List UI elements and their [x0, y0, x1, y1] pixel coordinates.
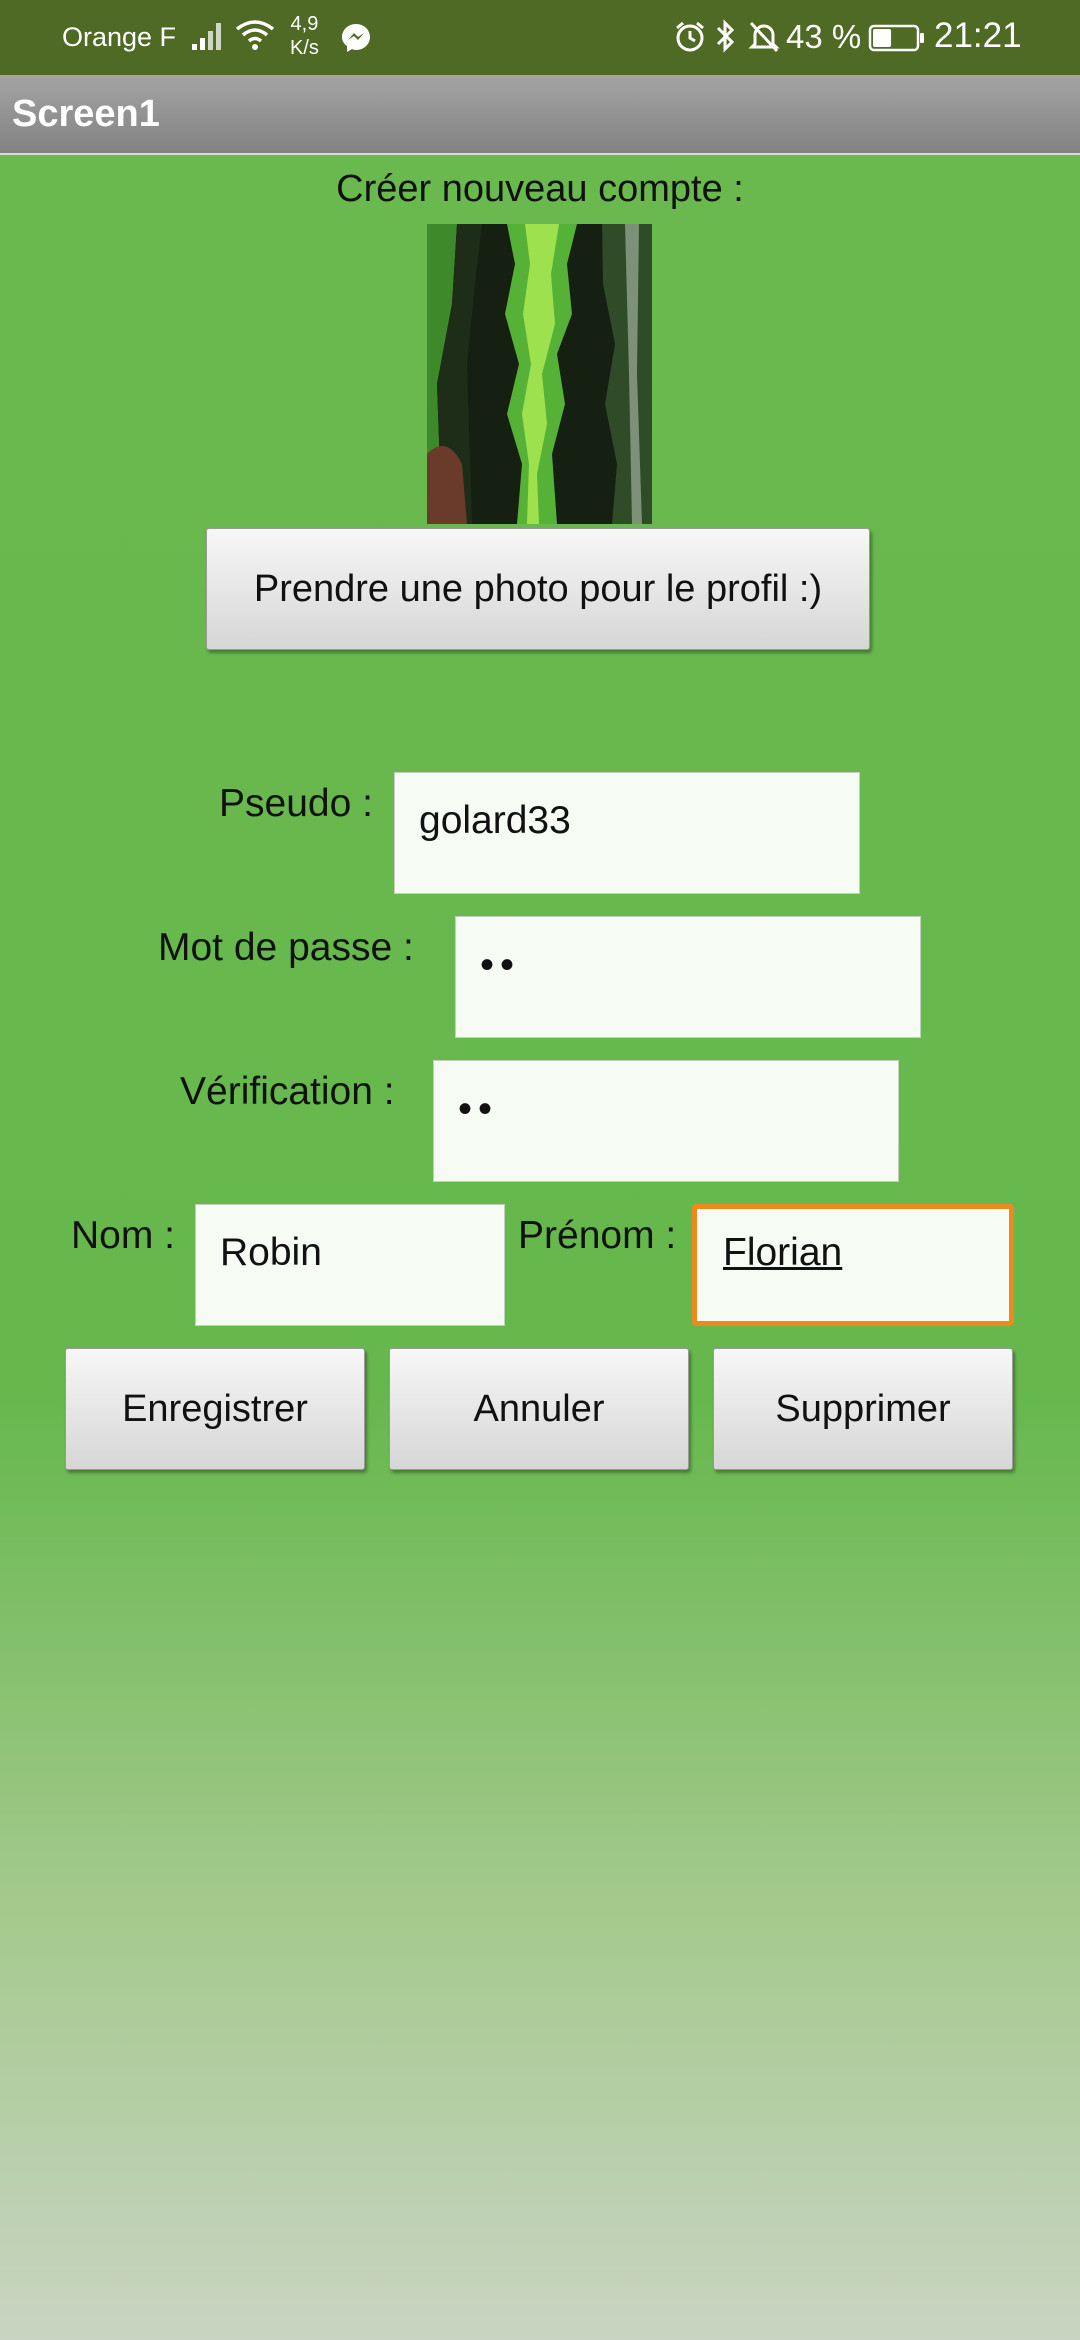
nom-value: Robin: [220, 1231, 322, 1274]
messenger-icon: [340, 22, 372, 59]
take-photo-button[interactable]: Prendre une photo pour le profil :): [206, 528, 870, 650]
screen-title: Screen1: [12, 93, 160, 135]
save-button[interactable]: Enregistrer: [65, 1348, 365, 1470]
form-heading: Créer nouveau compte :: [336, 168, 744, 210]
profile-photo: [427, 224, 652, 524]
nom-input[interactable]: Robin: [195, 1204, 505, 1326]
network-speed: 4,9 K/s: [290, 12, 319, 60]
status-bar: Orange F 4,9 K/s 43 % 21:21: [0, 0, 1080, 75]
verification-label: Vérification :: [180, 1070, 395, 1113]
password-value: ••: [480, 943, 521, 987]
prenom-value: Florian: [723, 1231, 843, 1274]
pseudo-input[interactable]: golard33: [394, 772, 860, 894]
network-speed-unit: K/s: [290, 37, 319, 59]
network-speed-value: 4,9: [290, 13, 319, 35]
wifi-icon: [234, 18, 276, 57]
battery-icon: [868, 24, 926, 57]
pseudo-value: golard33: [419, 799, 571, 842]
app-bar: Screen1: [0, 75, 1080, 155]
nom-label: Nom :: [71, 1214, 176, 1257]
pseudo-label: Pseudo :: [219, 782, 373, 825]
bluetooth-icon: [714, 18, 738, 59]
alarm-icon: [674, 20, 706, 59]
password-label: Mot de passe :: [158, 926, 414, 969]
carrier-name: Orange F: [62, 22, 177, 52]
verification-input[interactable]: ••: [433, 1060, 899, 1182]
verification-value: ••: [458, 1087, 499, 1131]
password-input[interactable]: ••: [455, 916, 921, 1038]
clock: 21:21: [934, 16, 1022, 55]
battery-fill: [873, 29, 892, 47]
cancel-button[interactable]: Annuler: [389, 1348, 689, 1470]
battery-percent: 43 %: [786, 18, 862, 55]
delete-button[interactable]: Supprimer: [713, 1348, 1013, 1470]
notifications-off-icon: [748, 20, 780, 59]
prenom-label: Prénom :: [518, 1214, 677, 1257]
prenom-input[interactable]: Florian: [692, 1204, 1014, 1326]
signal-icon: [190, 18, 228, 57]
